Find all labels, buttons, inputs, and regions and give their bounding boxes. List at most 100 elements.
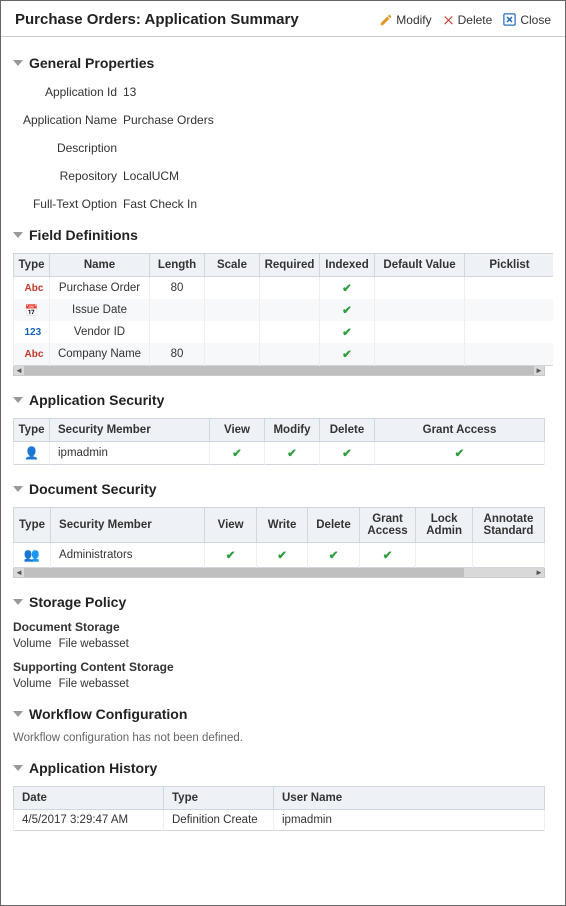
scroll-right-icon[interactable]: ► — [534, 366, 544, 375]
col-grant[interactable]: Grant Access — [359, 508, 416, 543]
value-fulltext: Fast Check In — [123, 197, 545, 211]
check-icon: ✔ — [342, 283, 352, 295]
col-date[interactable]: Date — [14, 787, 164, 810]
col-grant[interactable]: Grant Access — [375, 419, 545, 442]
general-properties-grid: Application Id 13 Application Name Purch… — [13, 85, 545, 211]
col-view[interactable]: View — [210, 419, 265, 442]
col-lock[interactable]: Lock Admin — [416, 508, 473, 543]
col-required[interactable]: Required — [260, 254, 320, 277]
label-description: Description — [13, 141, 123, 155]
check-icon: ✔ — [329, 550, 339, 562]
table-row[interactable]: 123Vendor ID✔ — [14, 321, 554, 343]
section-docsec[interactable]: Document Security — [13, 481, 545, 497]
check-icon: ✔ — [232, 448, 242, 460]
table-header-row: Date Type User Name — [14, 787, 545, 810]
col-annotate[interactable]: Annotate Standard — [472, 508, 544, 543]
section-storage[interactable]: Storage Policy — [13, 594, 545, 610]
col-view[interactable]: View — [205, 508, 256, 543]
table-row[interactable]: 📅Issue Date✔ — [14, 299, 554, 321]
text-type-icon: Abc — [25, 349, 39, 360]
page-header: Purchase Orders: Application Summary Mod… — [1, 1, 565, 37]
x-icon — [442, 13, 455, 26]
col-type[interactable]: Type — [164, 787, 274, 810]
col-default[interactable]: Default Value — [375, 254, 465, 277]
table-header-row: Type Name Length Scale Required Indexed … — [14, 254, 554, 277]
value-appname: Purchase Orders — [123, 113, 545, 127]
check-icon: ✔ — [383, 550, 393, 562]
supporting-volume-value: File webasset — [59, 678, 129, 690]
section-workflow[interactable]: Workflow Configuration — [13, 706, 545, 722]
doc-storage-heading: Document Storage — [13, 620, 545, 634]
section-appsec[interactable]: Application Security — [13, 392, 545, 408]
disclose-icon — [13, 765, 23, 771]
section-fielddefs[interactable]: Field Definitions — [13, 227, 545, 243]
doc-security-table: Type Security Member View Write Delete G… — [13, 507, 545, 568]
pencil-icon — [379, 13, 393, 27]
value-description — [123, 141, 545, 155]
check-icon: ✔ — [342, 305, 352, 317]
check-icon: ✔ — [342, 349, 352, 361]
supporting-volume-line: Volume File webasset — [13, 678, 545, 690]
user-icon: 👤 — [24, 446, 39, 460]
table-row[interactable]: 4/5/2017 3:29:47 AMDefinition Createipma… — [14, 810, 545, 831]
app-security-table: Type Security Member View Modify Delete … — [13, 418, 545, 465]
field-definitions-table: Type Name Length Scale Required Indexed … — [13, 253, 553, 366]
col-type[interactable]: Type — [14, 254, 50, 277]
modify-button[interactable]: Modify — [379, 13, 431, 27]
col-user[interactable]: User Name — [274, 787, 545, 810]
date-type-icon: 📅 — [25, 304, 39, 317]
delete-button[interactable]: Delete — [442, 13, 493, 27]
col-type[interactable]: Type — [14, 508, 51, 543]
close-label: Close — [520, 13, 551, 27]
check-icon: ✔ — [287, 448, 297, 460]
doc-storage-volume-line: Volume File webasset — [13, 638, 545, 650]
disclose-icon — [13, 599, 23, 605]
col-scale[interactable]: Scale — [205, 254, 260, 277]
section-general[interactable]: General Properties — [13, 55, 545, 71]
disclose-icon — [13, 232, 23, 238]
section-workflow-title: Workflow Configuration — [29, 706, 187, 722]
disclose-icon — [13, 711, 23, 717]
table-row[interactable]: 👥Administrators✔✔✔✔ — [14, 543, 545, 568]
value-repository: LocalUCM — [123, 169, 545, 183]
check-icon: ✔ — [226, 550, 236, 562]
col-write[interactable]: Write — [256, 508, 307, 543]
col-type[interactable]: Type — [14, 419, 50, 442]
disclose-icon — [13, 397, 23, 403]
label-repository: Repository — [13, 169, 123, 183]
scroll-thumb[interactable] — [24, 366, 534, 375]
table-header-row: Type Security Member View Modify Delete … — [14, 419, 545, 442]
col-indexed[interactable]: Indexed — [320, 254, 375, 277]
close-button[interactable]: Close — [502, 12, 551, 27]
workflow-note: Workflow configuration has not been defi… — [13, 732, 545, 744]
check-icon: ✔ — [455, 448, 465, 460]
col-picklist[interactable]: Picklist — [465, 254, 554, 277]
table-row[interactable]: 👤ipmadmin✔✔✔✔ — [14, 442, 545, 465]
scroll-left-icon[interactable]: ◄ — [14, 568, 24, 577]
check-icon: ✔ — [342, 327, 352, 339]
table-row[interactable]: AbcCompany Name80✔ — [14, 343, 554, 366]
col-length[interactable]: Length — [150, 254, 205, 277]
col-member[interactable]: Security Member — [51, 508, 205, 543]
header-actions: Modify Delete Close — [379, 12, 551, 27]
scroll-right-icon[interactable]: ► — [534, 568, 544, 577]
table-row[interactable]: AbcPurchase Order80✔ — [14, 277, 554, 300]
col-delete[interactable]: Delete — [308, 508, 359, 543]
delete-label: Delete — [458, 13, 493, 27]
col-member[interactable]: Security Member — [50, 419, 210, 442]
scroll-left-icon[interactable]: ◄ — [14, 366, 24, 375]
number-type-icon: 123 — [25, 327, 39, 338]
fielddefs-scrollbar[interactable]: ◄ ► — [13, 366, 545, 376]
col-modify[interactable]: Modify — [265, 419, 320, 442]
text-type-icon: Abc — [25, 283, 39, 294]
col-name[interactable]: Name — [50, 254, 150, 277]
page-title: Purchase Orders: Application Summary — [15, 11, 299, 28]
section-history[interactable]: Application History — [13, 760, 545, 776]
supporting-storage-heading: Supporting Content Storage — [13, 660, 545, 674]
close-icon — [502, 12, 517, 27]
content-scroll[interactable]: General Properties Application Id 13 App… — [1, 39, 553, 903]
volume-label: Volume — [13, 678, 51, 690]
scroll-thumb[interactable] — [24, 568, 464, 577]
docsec-scrollbar[interactable]: ◄ ► — [13, 568, 545, 578]
col-delete[interactable]: Delete — [320, 419, 375, 442]
